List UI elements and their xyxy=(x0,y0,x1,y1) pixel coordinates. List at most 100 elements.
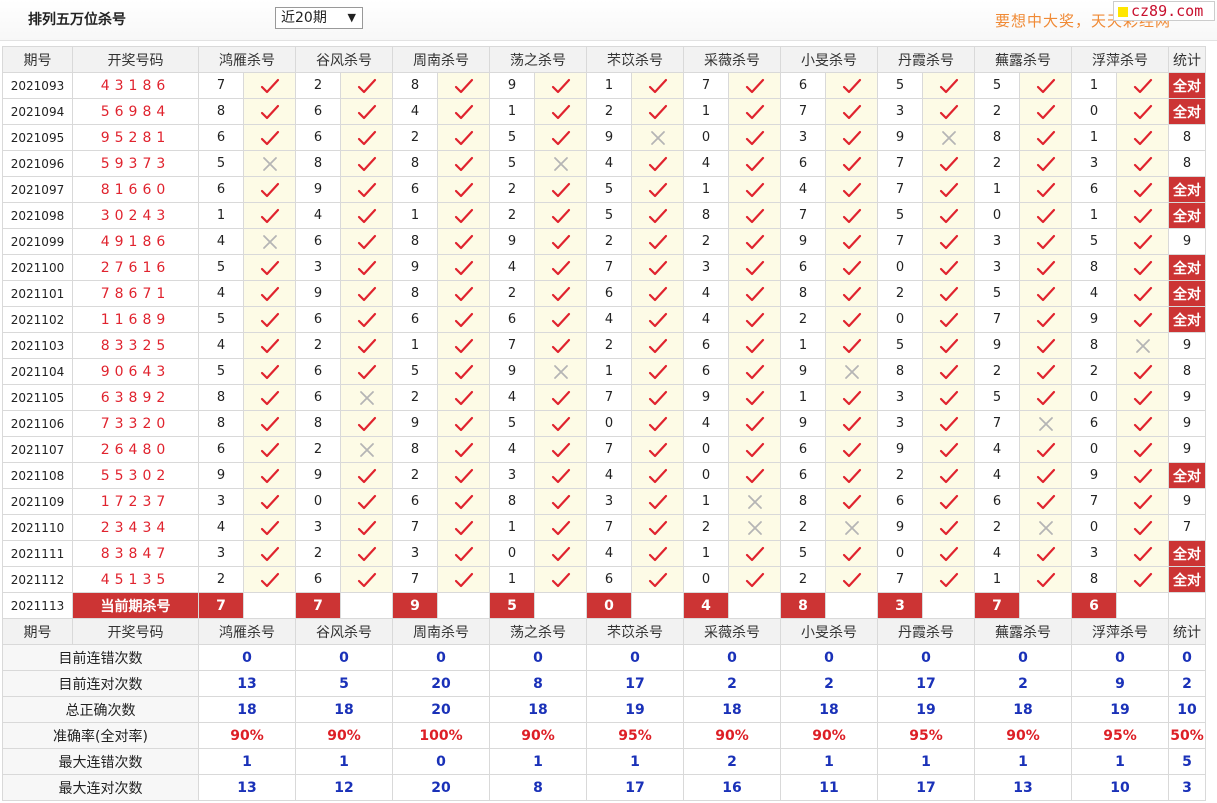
result-mark xyxy=(534,358,587,385)
summary-value: 2 xyxy=(974,670,1072,697)
kill-number: 9 xyxy=(780,410,826,437)
summary-value: 18 xyxy=(974,696,1072,723)
kill-number: 7 xyxy=(683,72,729,99)
draw-numbers: 95281 xyxy=(72,124,199,151)
check-icon xyxy=(1036,572,1055,587)
site-badge[interactable]: cz89.com xyxy=(1113,1,1215,21)
current-kill-number: 0 xyxy=(586,592,632,619)
summary-value: 2 xyxy=(780,670,878,697)
column-header: 谷风杀号 xyxy=(295,618,393,645)
check-icon xyxy=(842,390,861,405)
kill-number: 2 xyxy=(392,384,438,411)
kill-number: 3 xyxy=(295,514,341,541)
result-mark xyxy=(825,358,878,385)
kill-number: 9 xyxy=(392,254,438,281)
result-mark xyxy=(437,228,490,255)
kill-number: 6 xyxy=(780,150,826,177)
period-select[interactable]: 近20期 ▼ xyxy=(275,7,363,29)
check-icon xyxy=(357,156,376,171)
kill-number: 7 xyxy=(974,306,1020,333)
check-icon xyxy=(745,416,764,431)
kill-number: 8 xyxy=(392,280,438,307)
check-icon xyxy=(1036,364,1055,379)
result-mark xyxy=(243,566,296,593)
check-icon xyxy=(454,260,473,275)
result-mark xyxy=(825,566,878,593)
check-icon xyxy=(939,416,958,431)
result-mark xyxy=(825,124,878,151)
check-icon xyxy=(1133,442,1152,457)
empty-cell xyxy=(1116,592,1169,619)
check-icon xyxy=(842,416,861,431)
current-kill-number: 7 xyxy=(198,592,244,619)
check-icon xyxy=(260,286,279,301)
kill-number: 3 xyxy=(974,254,1020,281)
summary-label: 最大连错次数 xyxy=(2,748,199,775)
kill-number: 9 xyxy=(198,462,244,489)
kill-number: 9 xyxy=(1071,462,1117,489)
result-mark xyxy=(1019,514,1072,541)
result-mark xyxy=(631,488,684,515)
summary-value: 8 xyxy=(489,774,587,801)
result-mark xyxy=(243,384,296,411)
result-mark xyxy=(1019,488,1072,515)
kill-number: 6 xyxy=(198,176,244,203)
all-correct-badge: 全对 xyxy=(1168,566,1206,593)
kill-number: 9 xyxy=(489,228,535,255)
check-icon xyxy=(745,286,764,301)
summary-value: 10 xyxy=(1168,696,1206,723)
result-mark xyxy=(922,202,975,229)
result-mark xyxy=(534,124,587,151)
summary-value: 90% xyxy=(780,722,878,749)
result-mark xyxy=(1019,462,1072,489)
issue-number: 2021097 xyxy=(2,176,73,203)
kill-number: 8 xyxy=(392,436,438,463)
kill-number: 2 xyxy=(295,540,341,567)
kill-number: 8 xyxy=(295,410,341,437)
summary-value: 0 xyxy=(974,644,1072,671)
table-row: 2021106 73320 8 8 9 5 0 4 9 3 7 6 9 xyxy=(2,410,1206,437)
check-icon xyxy=(551,286,570,301)
summary-row: 准确率(全对率) 90% 90% 100% 90% 95% 90% 90% 95% 90% 95% 5… xyxy=(2,722,1206,749)
check-icon xyxy=(357,208,376,223)
result-mark xyxy=(631,202,684,229)
result-mark xyxy=(825,306,878,333)
check-icon xyxy=(939,312,958,327)
check-icon xyxy=(745,130,764,145)
column-header: 浮萍杀号 xyxy=(1071,46,1169,73)
result-mark xyxy=(1116,254,1169,281)
kill-number: 8 xyxy=(974,124,1020,151)
check-icon xyxy=(1036,208,1055,223)
check-icon xyxy=(551,182,570,197)
result-mark xyxy=(340,514,393,541)
empty-cell xyxy=(922,592,975,619)
result-mark xyxy=(728,384,781,411)
check-icon xyxy=(454,130,473,145)
result-mark xyxy=(534,488,587,515)
result-mark xyxy=(340,358,393,385)
check-icon xyxy=(842,260,861,275)
kill-number: 2 xyxy=(489,202,535,229)
check-icon xyxy=(1133,572,1152,587)
kill-number: 7 xyxy=(392,566,438,593)
summary-value: 8 xyxy=(489,670,587,697)
cross-icon xyxy=(553,156,568,171)
result-mark xyxy=(922,228,975,255)
check-icon xyxy=(842,78,861,93)
table-header-row: 期号 开奖号码 鸿雁杀号 谷风杀号 周南杀号 荡之杀号 芣苡杀号 采薇杀号 小旻杀号 丹霞杀号 蕪露… xyxy=(2,46,1206,73)
kill-number: 4 xyxy=(974,436,1020,463)
result-mark xyxy=(534,98,587,125)
kill-number: 9 xyxy=(489,358,535,385)
kill-number: 9 xyxy=(780,358,826,385)
table-row: 2021104 90643 5 6 5 9 1 6 9 8 2 2 8 xyxy=(2,358,1206,385)
kill-number: 0 xyxy=(489,540,535,567)
result-mark xyxy=(1116,150,1169,177)
check-icon xyxy=(260,260,279,275)
check-icon xyxy=(939,208,958,223)
kill-number: 7 xyxy=(586,436,632,463)
kill-number: 6 xyxy=(974,488,1020,515)
kill-number: 9 xyxy=(974,332,1020,359)
result-mark xyxy=(340,436,393,463)
table-row: 2021098 30243 1 4 1 2 5 8 7 5 0 1 全对 xyxy=(2,202,1206,229)
result-mark xyxy=(825,254,878,281)
